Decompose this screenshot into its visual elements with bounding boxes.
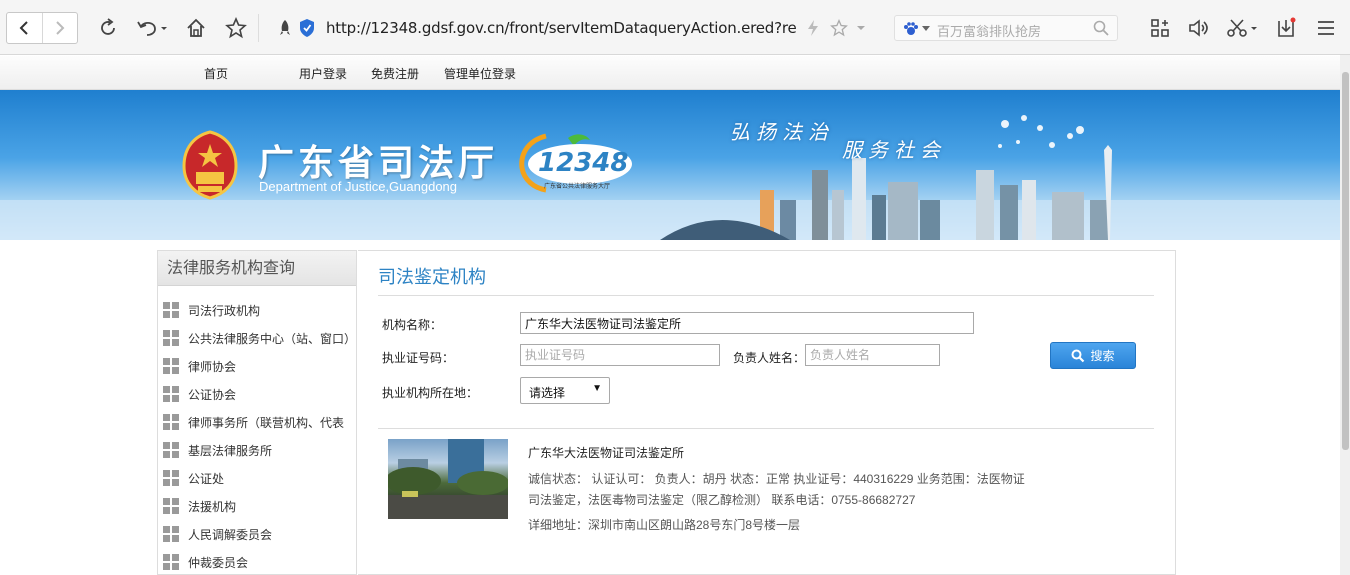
search-button-label: 搜索 [1090, 349, 1115, 363]
download-button[interactable] [1272, 14, 1300, 42]
sidebar-item-justice-admin[interactable]: 司法行政机构 [163, 300, 358, 320]
speaker-icon [1189, 19, 1208, 37]
apps-button[interactable] [1146, 14, 1174, 42]
sound-button[interactable] [1184, 14, 1212, 42]
screenshot-button[interactable] [1224, 14, 1260, 42]
paw-icon [904, 22, 918, 35]
sidebar-item-legal-aid[interactable]: 法援机构 [163, 496, 358, 516]
url-text: http://12348.gdsf.gov.cn/front/servItemD… [326, 19, 796, 37]
result-photo[interactable] [388, 439, 508, 519]
result-details-line2: 司法鉴定，法医毒物司法鉴定（限乙醇检测） 联系电话：0755-86682727 [528, 493, 916, 507]
nav-register-link[interactable]: 免费注册 [371, 65, 419, 82]
result-details-line1: 诚信状态： 认证认可： 负责人：胡丹 状态：正常 执业证号：440316229 … [528, 472, 1025, 486]
hotline-caption: 广东省公共法律服务大厅 [544, 184, 611, 190]
undo-icon [137, 21, 167, 36]
apps-grid-icon [1151, 19, 1169, 37]
scissors-icon [1227, 19, 1257, 37]
nav-admin-login-link[interactable]: 管理单位登录 [444, 65, 516, 82]
location-select[interactable]: 请选择 ▼ [520, 377, 610, 404]
nav-login-link[interactable]: 用户登录 [299, 65, 347, 82]
grid-icon [163, 554, 179, 570]
principal-input[interactable] [805, 344, 940, 366]
fast-mode-icon[interactable] [802, 14, 824, 42]
favorite-button[interactable] [222, 14, 250, 42]
chevron-down-icon: ▼ [592, 383, 602, 394]
browser-toolbar: http://12348.gdsf.gov.cn/front/servItemD… [0, 0, 1350, 55]
license-input[interactable] [520, 344, 720, 366]
slogan-left: 弘扬法治 [730, 120, 834, 144]
sidebar-item-mediation[interactable]: 人民调解委员会 [163, 524, 358, 544]
search-icon[interactable] [1093, 20, 1109, 36]
star-icon [225, 17, 247, 39]
org-name-input[interactable] [520, 312, 974, 334]
results-divider [378, 428, 1154, 429]
star-icon [830, 19, 848, 37]
location-select-value: 请选择 [529, 386, 566, 400]
menu-button[interactable] [1312, 14, 1340, 42]
sidebar: 法律服务机构查询 司法行政机构 公共法律服务中心（站、窗口） 律师协会 公证协会… [157, 250, 357, 575]
search-icon [1071, 349, 1085, 362]
grid-icon [163, 330, 179, 346]
result-address: 详细地址：深圳市南山区朗山路28号东门8号楼一层 [528, 518, 801, 532]
home-icon [187, 18, 205, 37]
principal-label: 负责人姓名： [733, 351, 806, 365]
scrollbar-thumb[interactable] [1342, 72, 1349, 450]
sidebar-heading: 法律服务机构查询 [158, 250, 356, 286]
chevron-down-icon [857, 26, 865, 30]
grid-icon [163, 498, 179, 514]
refresh-button[interactable] [94, 14, 122, 42]
org-name-label: 机构名称： [382, 318, 443, 332]
grid-icon [163, 302, 179, 318]
nav-buttons [6, 12, 78, 44]
shield-icon [300, 19, 314, 37]
hotline-logo: 12348 广东省公共法律服务大厅 [516, 130, 636, 194]
grid-icon [163, 386, 179, 402]
back-button[interactable] [7, 13, 42, 43]
chevron-down-icon [922, 26, 930, 31]
grid-icon [163, 414, 179, 430]
toolbar-divider [258, 14, 259, 42]
nav-home-link[interactable]: 首页 [204, 65, 228, 82]
download-icon [1278, 17, 1296, 37]
sidebar-item-lawyers-association[interactable]: 律师协会 [163, 356, 358, 376]
home-button[interactable] [182, 14, 210, 42]
rocket-icon [280, 20, 290, 35]
undo-menu-button[interactable] [134, 14, 172, 42]
sidebar-item-legal-service-center[interactable]: 公共法律服务中心（站、窗口） [163, 328, 358, 348]
site-banner: 广东省司法厅 Department of Justice,Guangdong 1… [0, 90, 1340, 240]
grid-icon [163, 442, 179, 458]
address-dropdown-button[interactable] [852, 14, 870, 42]
sidebar-item-arbitration[interactable]: 仲裁委员会 [163, 552, 358, 572]
slogan-right: 服务社会 [842, 138, 946, 162]
forward-button[interactable] [41, 13, 78, 43]
search-button[interactable]: 搜索 [1050, 342, 1136, 369]
hamburger-icon [1318, 21, 1334, 35]
bookmark-star-button[interactable] [828, 14, 850, 42]
sidebar-item-grassroots-legal[interactable]: 基层法律服务所 [163, 440, 358, 460]
grid-icon [163, 470, 179, 486]
license-label: 执业证号码： [382, 351, 455, 365]
browser-search-box[interactable]: 百万富翁排队抢房 [894, 15, 1118, 41]
main-panel: 司法鉴定机构 机构名称： 执业证号码： 负责人姓名： 执业机构所在地： 请选择 … [358, 250, 1176, 575]
sidebar-item-law-firms[interactable]: 律师事务所（联营机构、代表 [163, 412, 358, 432]
grid-icon [163, 526, 179, 542]
sidebar-item-notary-office[interactable]: 公证处 [163, 468, 358, 488]
sidebar-item-notary-association[interactable]: 公证协会 [163, 384, 358, 404]
refresh-icon [101, 18, 115, 35]
forward-arrow-icon [56, 21, 65, 35]
search-placeholder: 百万富翁排队抢房 [937, 24, 1042, 39]
grid-icon [163, 358, 179, 374]
location-label: 执业机构所在地： [382, 386, 479, 400]
page-title: 司法鉴定机构 [378, 267, 486, 287]
hotline-number: 12348 [538, 148, 629, 178]
address-bar[interactable]: http://12348.gdsf.gov.cn/front/servItemD… [268, 14, 878, 42]
court-emblem-icon [182, 130, 238, 200]
site-nav: 首页 用户登录 免费注册 管理单位登录 [0, 56, 1340, 90]
back-arrow-icon [19, 21, 28, 35]
banner-subtitle: Department of Justice,Guangdong [259, 179, 458, 194]
title-divider [378, 295, 1154, 296]
building-photo [388, 439, 508, 519]
result-name-link[interactable]: 广东华大法医物证司法鉴定所 [528, 444, 684, 461]
